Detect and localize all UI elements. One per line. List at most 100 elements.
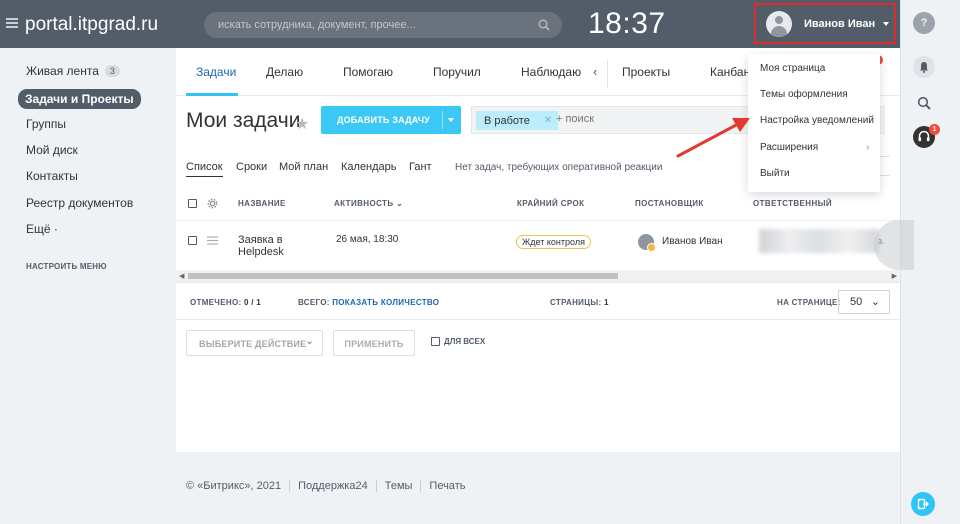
top-header: portal.itpgrad.ru 18:37 Иванов Иван <box>0 0 900 48</box>
footer-link-support[interactable]: Поддержка24 <box>298 480 368 492</box>
menu-extensions[interactable]: Расширения <box>760 142 818 153</box>
tab-projects[interactable]: Проекты <box>622 65 670 79</box>
footer-link-themes[interactable]: Темы <box>385 480 413 492</box>
column-activity[interactable]: АКТИВНОСТЬ ⌄ <box>334 199 403 208</box>
view-deadlines[interactable]: Сроки <box>236 161 267 173</box>
menu-item-my-disk[interactable]: Мой диск <box>26 143 78 157</box>
per-page-label: НА СТРАНИЦЕ: <box>777 298 841 307</box>
column-creator[interactable]: ПОСТАНОВЩИК <box>635 199 704 208</box>
task-title-link[interactable]: Заявка в Helpdesk <box>238 234 284 258</box>
row-checkbox[interactable] <box>188 236 197 245</box>
per-page-select[interactable]: 50 ⌄ <box>838 290 890 314</box>
filter-chip-label: В работе <box>484 114 530 127</box>
apply-button[interactable]: ПРИМЕНИТЬ <box>333 330 415 356</box>
menu-item-live-feed[interactable]: Живая лента 3 <box>26 64 120 78</box>
clock[interactable]: 18:37 <box>588 7 666 41</box>
menu-item-groups[interactable]: Группы <box>26 117 66 131</box>
favorite-star-icon[interactable]: ★ <box>295 114 309 134</box>
tab-tasks[interactable]: Задачи <box>196 65 236 79</box>
chevron-down-icon: ⌄ <box>870 296 880 308</box>
caret-down-icon[interactable] <box>448 118 454 122</box>
footer-divider <box>289 480 291 492</box>
menu-logout[interactable]: Выйти <box>760 168 790 179</box>
menu-my-page[interactable]: Моя страница <box>760 63 825 74</box>
select-all-checkbox[interactable] <box>188 199 197 208</box>
menu-item-contacts[interactable]: Контакты <box>26 169 78 183</box>
menu-item-tasks-projects[interactable]: Задачи и Проекты <box>18 89 141 109</box>
configure-menu-link[interactable]: НАСТРОИТЬ МЕНЮ <box>26 262 107 271</box>
total-label: ВСЕГО: <box>298 298 330 307</box>
tab-watching[interactable]: Наблюдаю <box>521 65 581 79</box>
marked-label: ОТМЕЧЕНО: <box>190 298 242 307</box>
global-search[interactable] <box>204 12 562 38</box>
table-header: НАЗВАНИЕ АКТИВНОСТЬ ⌄ КРАЙНИЙ СРОК ПОСТА… <box>176 191 900 217</box>
scrollbar-thumb[interactable] <box>188 273 618 279</box>
table-footer: ОТМЕЧЕНО: 0 / 1 ВСЕГО: ПОКАЗАТЬ КОЛИЧЕСТ… <box>176 282 900 320</box>
task-activity: 26 мая, 18:30 <box>336 234 399 245</box>
column-responsible[interactable]: ОТВЕТСТВЕННЫЙ <box>753 199 832 208</box>
add-task-label: ДОБАВИТЬ ЗАДАЧУ <box>337 115 431 125</box>
scroll-left-arrow-icon[interactable]: ◀ <box>179 272 184 280</box>
page-footer: © «Битрикс», 2021 Поддержка24 Темы Печат… <box>186 480 465 492</box>
menu-item-documents-registry[interactable]: Реестр документов <box>26 196 133 210</box>
view-my-plan[interactable]: Мой план <box>279 161 328 173</box>
menu-item-more[interactable]: Ещё · <box>26 222 58 236</box>
chevron-right-icon: › <box>866 142 870 153</box>
view-gantt[interactable]: Гант <box>409 161 432 173</box>
open-chat-icon[interactable] <box>911 492 935 516</box>
caret-down-icon <box>883 21 890 26</box>
task-title-line: Helpdesk <box>238 246 284 258</box>
menu-themes[interactable]: Темы оформления <box>760 89 848 100</box>
creator-avatar[interactable] <box>638 234 656 252</box>
filter-chip[interactable]: В работе ✕ <box>476 111 559 130</box>
tab-helping[interactable]: Помогаю <box>343 65 393 79</box>
show-count-link[interactable]: ПОКАЗАТЬ КОЛИЧЕСТВО <box>332 298 439 307</box>
footer-link-print[interactable]: Печать <box>429 480 465 492</box>
scroll-right-arrow-icon[interactable]: ▶ <box>892 272 897 280</box>
annotation-arrow-icon <box>676 118 750 158</box>
user-avatar-icon <box>766 10 792 37</box>
tab-assigned[interactable]: Поручил <box>433 65 481 79</box>
user-dropdown-menu: Моя страница Темы оформления Настройка у… <box>748 54 880 192</box>
chevron-left-icon[interactable]: ‹ <box>593 64 597 79</box>
portal-logo[interactable]: portal.itpgrad.ru <box>25 14 158 36</box>
column-deadline[interactable]: КРАЙНИЙ СРОК <box>517 199 584 208</box>
pages-label: СТРАНИЦЫ: <box>550 298 602 307</box>
pages-value: 1 <box>603 298 609 307</box>
column-name[interactable]: НАЗВАНИЕ <box>238 199 286 208</box>
tab-kanban[interactable]: Канбан <box>710 65 750 79</box>
pages-info: СТРАНИЦЫ: 1 <box>550 298 609 307</box>
horizontal-scrollbar[interactable]: ◀ ▶ <box>176 270 900 282</box>
support-badge: 1 <box>929 124 940 135</box>
group-action-select[interactable]: ВЫБЕРИТЕ ДЕЙСТВИЕ ⌄ <box>186 330 323 356</box>
for-all-option[interactable]: ДЛЯ ВСЕХ <box>431 337 485 346</box>
close-icon[interactable]: ✕ <box>544 115 552 126</box>
add-task-button[interactable]: ДОБАВИТЬ ЗАДАЧУ <box>321 106 461 134</box>
table-row[interactable]: Заявка в Helpdesk 26 мая, 18:30 Ждет кон… <box>176 220 900 270</box>
for-all-checkbox[interactable] <box>431 337 440 346</box>
user-name: Иванов Иван <box>804 17 876 30</box>
search-icon[interactable] <box>913 92 935 114</box>
task-creator[interactable]: Иванов Иван <box>662 236 723 247</box>
tab-doing[interactable]: Делаю <box>266 65 303 79</box>
group-action-label: ВЫБЕРИТЕ ДЕЙСТВИЕ <box>199 339 307 349</box>
notifications-bell-icon[interactable] <box>913 56 935 78</box>
view-calendar[interactable]: Календарь <box>341 161 397 173</box>
page-title: Мои задачи <box>186 109 301 132</box>
user-menu-button[interactable]: Иванов Иван <box>754 3 896 44</box>
row-menu-icon[interactable] <box>207 236 218 245</box>
search-input[interactable] <box>204 12 524 38</box>
marked-value: 0 / 1 <box>243 298 262 307</box>
no-urgent-tasks-note[interactable]: Нет задач, требующих оперативной реакции <box>455 162 662 173</box>
task-title-line: Заявка в <box>238 234 283 246</box>
search-icon[interactable] <box>538 19 550 31</box>
menu-burger-icon[interactable] <box>6 18 18 28</box>
marked-count: ОТМЕЧЕНО: 0 / 1 <box>190 298 261 307</box>
view-list[interactable]: Список <box>186 161 223 177</box>
chevron-down-icon: ⌄ <box>305 336 314 347</box>
menu-notification-settings[interactable]: Настройка уведомлений <box>760 115 874 126</box>
status-badge: Ждет контроля <box>516 235 591 249</box>
gear-icon[interactable] <box>207 198 218 209</box>
help-icon[interactable]: ? <box>913 12 935 34</box>
copyright: © «Битрикс», 2021 <box>186 480 282 492</box>
